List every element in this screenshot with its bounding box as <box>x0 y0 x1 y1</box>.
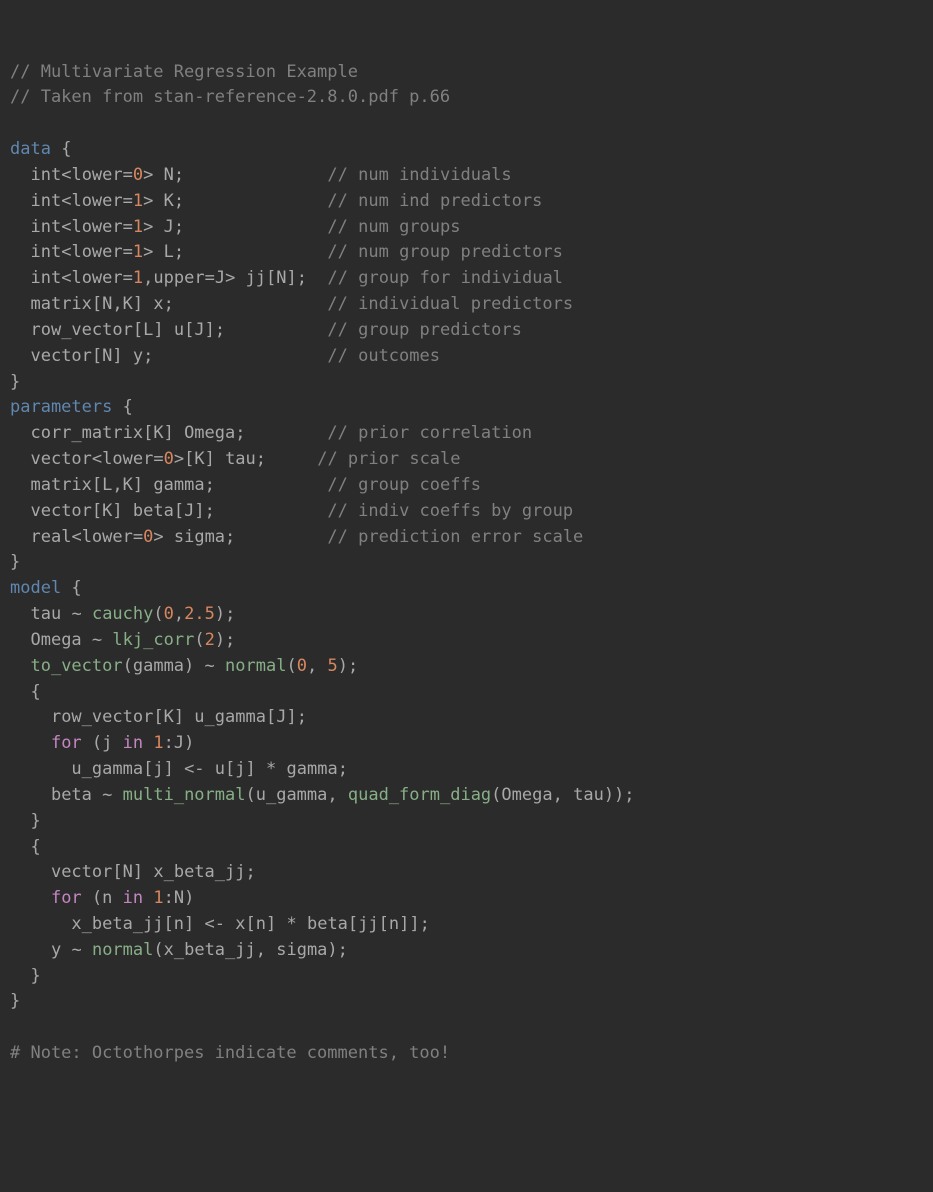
ctl-for: for <box>51 733 82 753</box>
fn-lkj: lkj_corr <box>112 630 194 650</box>
fn-normal: normal <box>225 656 286 676</box>
code-block: // Multivariate Regression Example // Ta… <box>10 60 923 1067</box>
type: int <box>30 165 61 185</box>
comment-line: // Multivariate Regression Example <box>10 62 358 82</box>
comment: // num individuals <box>327 165 511 185</box>
comment-line: // Taken from stan-reference-2.8.0.pdf p… <box>10 87 450 107</box>
comment-footer: # Note: Octothorpes indicate comments, t… <box>10 1043 450 1063</box>
fn-tovector: to_vector <box>30 656 122 676</box>
block-keyword: parameters <box>10 397 112 417</box>
block-keyword: data <box>10 139 51 159</box>
fn-cauchy: cauchy <box>92 604 153 624</box>
fn-qfd: quad_form_diag <box>348 785 491 805</box>
block-keyword: model <box>10 578 61 598</box>
fn-multinormal: multi_normal <box>123 785 246 805</box>
